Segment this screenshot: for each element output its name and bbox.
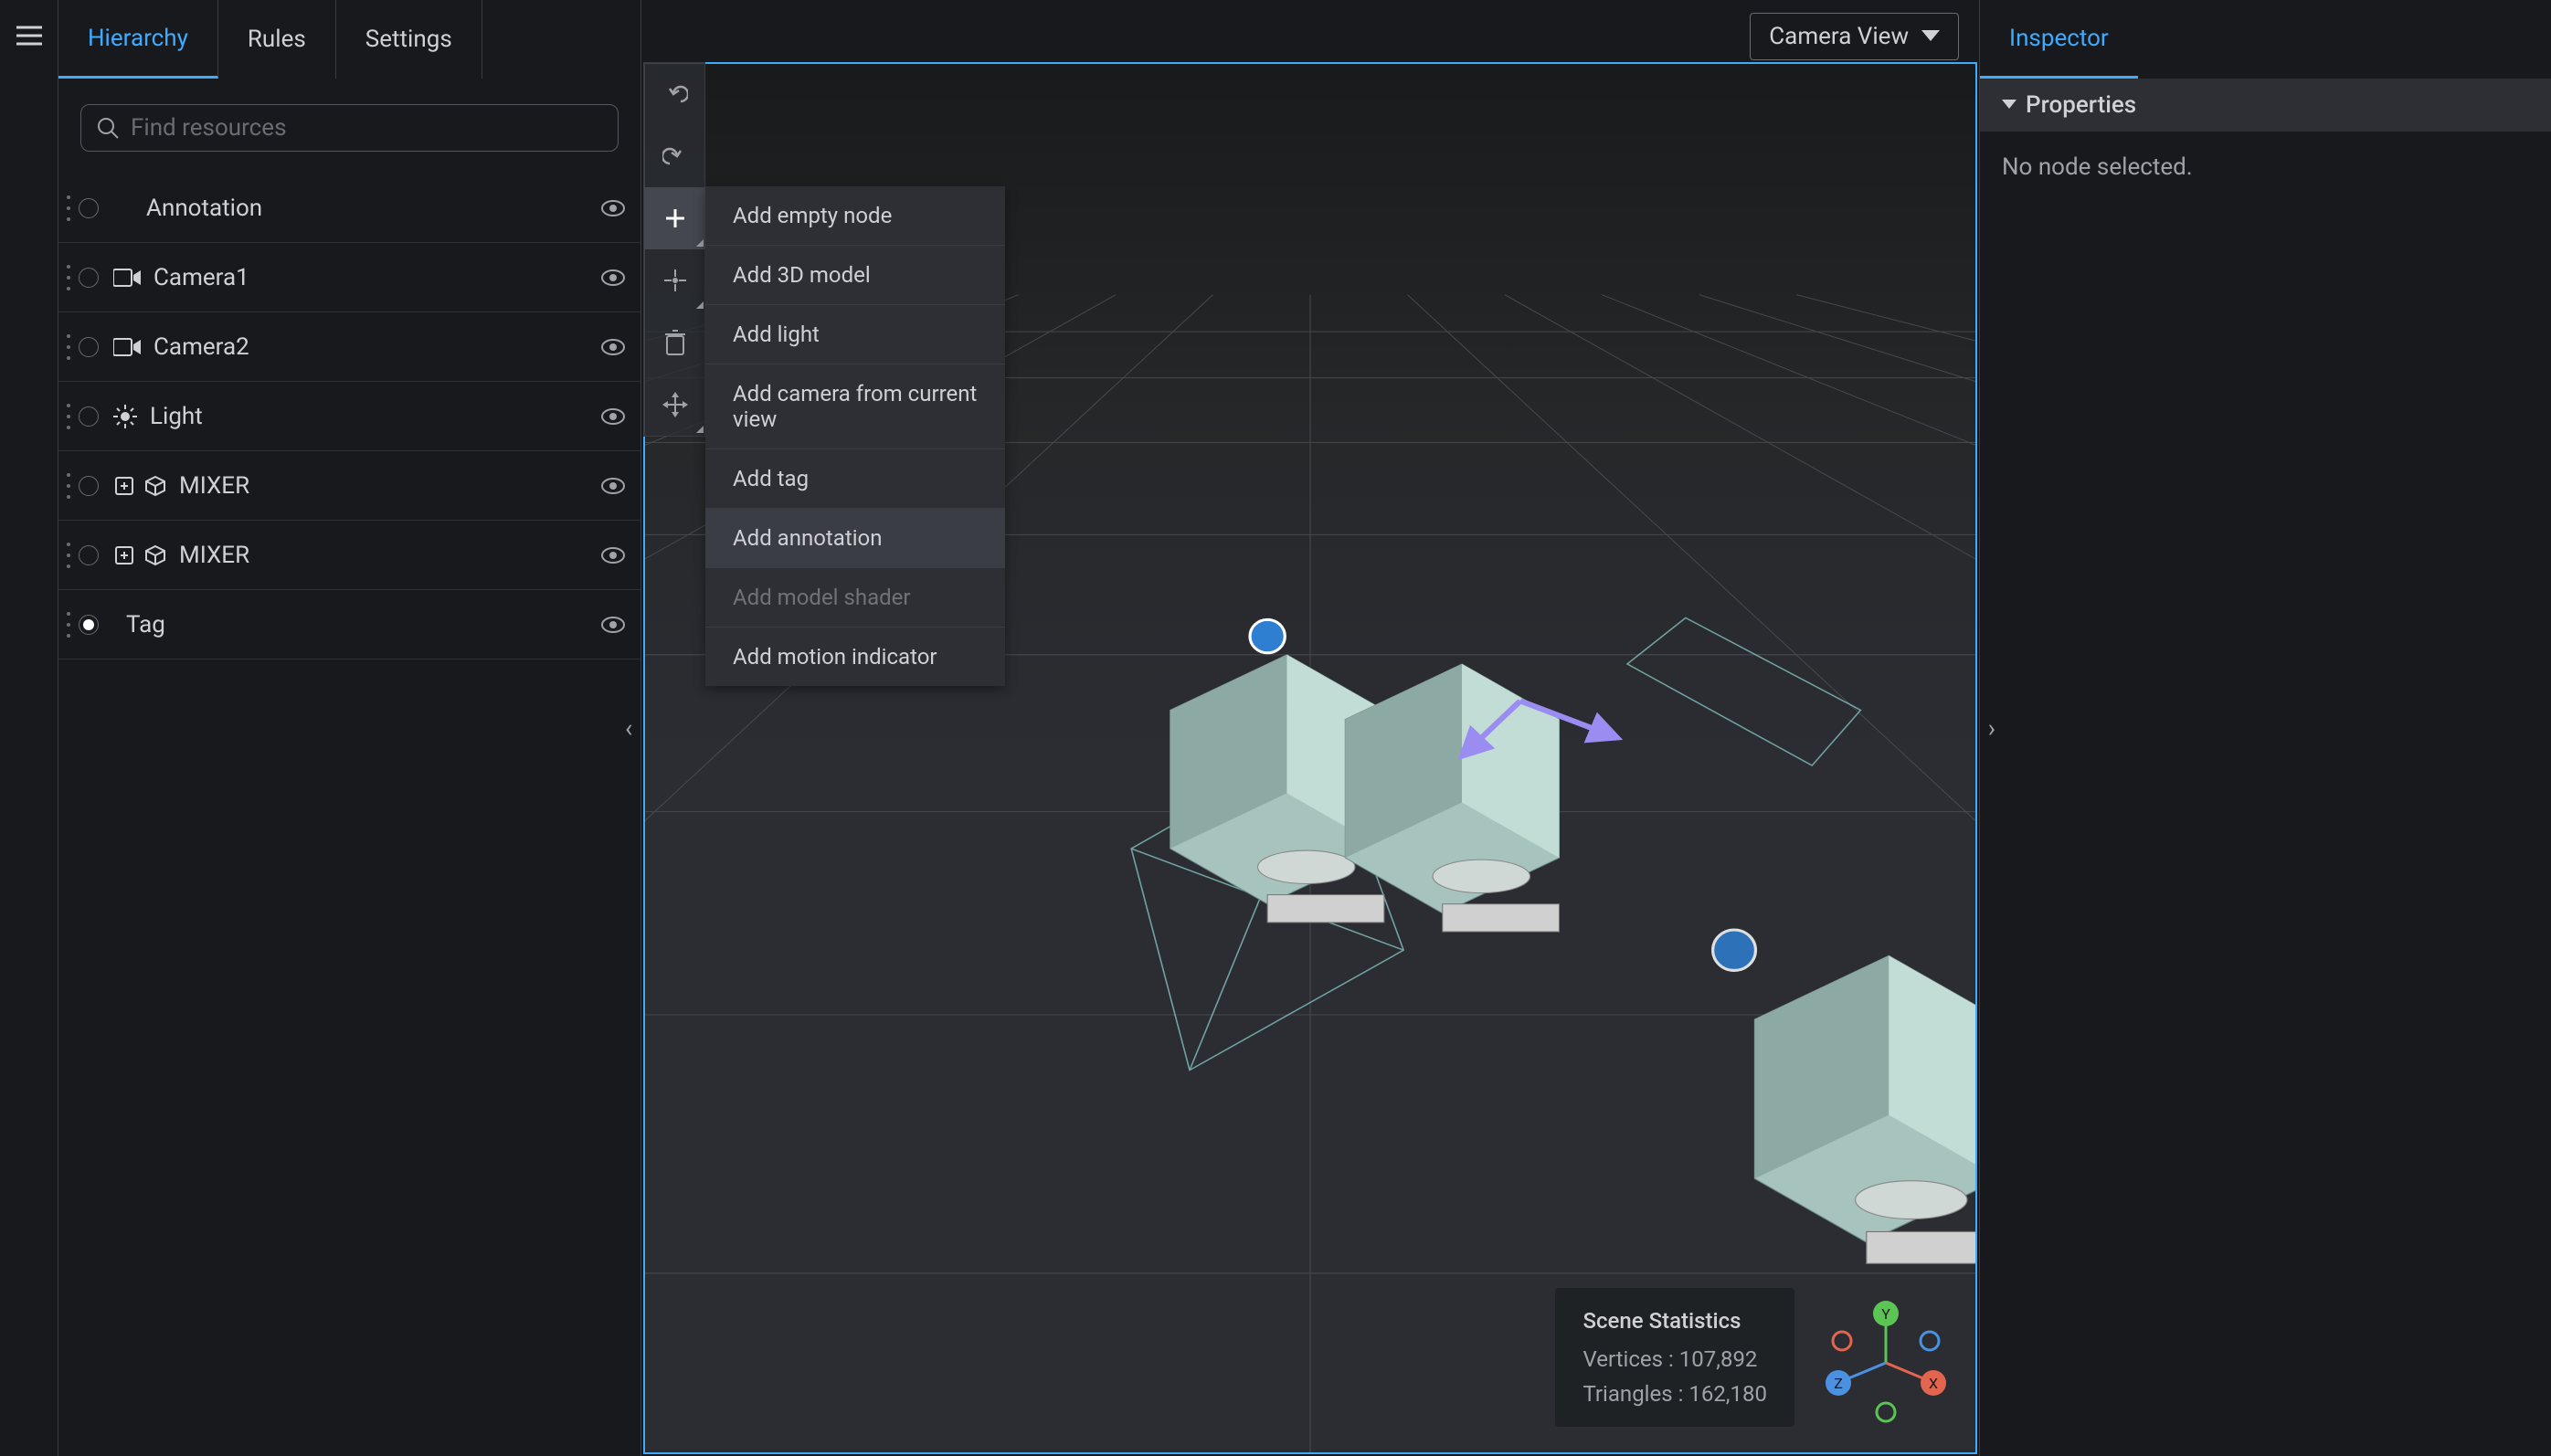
select-radio[interactable] bbox=[79, 545, 99, 565]
light-icon bbox=[113, 405, 137, 428]
cube-icon bbox=[144, 544, 166, 566]
visibility-icon[interactable] bbox=[600, 269, 626, 287]
visibility-icon[interactable] bbox=[600, 199, 626, 217]
triangles-value: 162,180 bbox=[1688, 1381, 1767, 1407]
hamburger-menu-icon[interactable] bbox=[16, 26, 42, 1456]
vertices-label: Vertices : bbox=[1582, 1346, 1678, 1372]
select-radio[interactable] bbox=[79, 476, 99, 496]
select-radio[interactable] bbox=[79, 337, 99, 357]
tree-item-camera2[interactable]: Camera2 bbox=[58, 312, 640, 382]
axis-gizmo[interactable]: Y X Z bbox=[1822, 1299, 1950, 1427]
add-object-button[interactable] bbox=[644, 187, 706, 249]
tree-label: Tag bbox=[126, 611, 600, 638]
tree-item-annotation[interactable]: Annotation bbox=[58, 174, 640, 243]
visibility-icon[interactable] bbox=[600, 477, 626, 495]
properties-header[interactable]: Properties bbox=[1980, 79, 2551, 132]
tree-label: Camera1 bbox=[153, 264, 600, 291]
menu-add-3d-model[interactable]: Add 3D model bbox=[705, 246, 1005, 305]
redo-button[interactable] bbox=[644, 125, 706, 187]
add-object-menu: Add empty node Add 3D model Add light Ad… bbox=[705, 186, 1005, 686]
expand-icon[interactable] bbox=[113, 475, 135, 497]
properties-empty-message: No node selected. bbox=[1980, 132, 2551, 203]
menu-add-tag[interactable]: Add tag bbox=[705, 449, 1005, 509]
drag-handle-icon[interactable] bbox=[66, 194, 71, 223]
drag-handle-icon[interactable] bbox=[66, 332, 71, 362]
chevron-down-icon bbox=[1921, 30, 1940, 43]
properties-label: Properties bbox=[2026, 91, 2136, 119]
chevron-down-icon bbox=[2002, 100, 2016, 111]
cube-icon bbox=[144, 475, 166, 497]
visibility-icon[interactable] bbox=[600, 338, 626, 356]
tree-label: MIXER bbox=[179, 472, 600, 500]
tab-rules[interactable]: Rules bbox=[218, 0, 336, 79]
menu-add-camera[interactable]: Add camera from current view bbox=[705, 364, 1005, 449]
camera-view-label: Camera View bbox=[1769, 23, 1909, 50]
menu-add-empty-node[interactable]: Add empty node bbox=[705, 186, 1005, 246]
tree-item-light[interactable]: Light bbox=[58, 382, 640, 451]
move-3d-button[interactable] bbox=[644, 249, 706, 311]
select-radio[interactable] bbox=[79, 406, 99, 427]
collapse-left-icon[interactable]: ‹ bbox=[621, 706, 636, 751]
camera-icon bbox=[113, 268, 141, 288]
tree-item-mixer-2[interactable]: MIXER bbox=[58, 521, 640, 590]
drag-handle-icon[interactable] bbox=[66, 402, 71, 431]
select-radio[interactable] bbox=[79, 615, 99, 635]
camera-icon bbox=[113, 337, 141, 357]
search-icon bbox=[96, 116, 120, 140]
tree-label: Annotation bbox=[146, 195, 600, 222]
collapse-right-icon[interactable]: › bbox=[1985, 706, 1999, 751]
camera-view-dropdown[interactable]: Camera View bbox=[1750, 13, 1959, 60]
select-radio[interactable] bbox=[79, 268, 99, 288]
menu-add-motion-indicator[interactable]: Add motion indicator bbox=[705, 628, 1005, 686]
visibility-icon[interactable] bbox=[600, 407, 626, 426]
tree-item-camera1[interactable]: Camera1 bbox=[58, 243, 640, 312]
undo-button[interactable] bbox=[644, 63, 706, 125]
menu-add-annotation[interactable]: Add annotation bbox=[705, 509, 1005, 568]
drag-handle-icon[interactable] bbox=[66, 263, 71, 292]
tree-label: Camera2 bbox=[153, 333, 600, 361]
tree-item-tag[interactable]: Tag bbox=[58, 590, 640, 659]
drag-handle-icon[interactable] bbox=[66, 610, 71, 639]
vertices-value: 107,892 bbox=[1679, 1346, 1758, 1372]
visibility-icon[interactable] bbox=[600, 546, 626, 564]
tree-label: Light bbox=[150, 403, 600, 430]
search-container bbox=[80, 104, 619, 152]
svg-text:X: X bbox=[1929, 1375, 1938, 1392]
svg-text:Z: Z bbox=[1834, 1375, 1843, 1392]
menu-add-light[interactable]: Add light bbox=[705, 305, 1005, 364]
drag-handle-icon[interactable] bbox=[66, 541, 71, 570]
menu-add-model-shader: Add model shader bbox=[705, 568, 1005, 628]
tree-label: MIXER bbox=[179, 542, 600, 569]
svg-text:Y: Y bbox=[1881, 1305, 1890, 1323]
stats-title: Scene Statistics bbox=[1582, 1308, 1767, 1334]
delete-button[interactable] bbox=[644, 311, 706, 374]
drag-handle-icon[interactable] bbox=[66, 471, 71, 501]
search-input[interactable] bbox=[131, 114, 603, 142]
tree-item-mixer-1[interactable]: MIXER bbox=[58, 451, 640, 521]
scene-statistics: Scene Statistics Vertices : 107,892 Tria… bbox=[1555, 1288, 1794, 1427]
tab-settings[interactable]: Settings bbox=[336, 0, 482, 79]
tab-hierarchy[interactable]: Hierarchy bbox=[58, 0, 218, 79]
triangles-label: Triangles : bbox=[1582, 1381, 1688, 1407]
tab-inspector[interactable]: Inspector bbox=[1980, 0, 2138, 79]
expand-icon[interactable] bbox=[113, 544, 135, 566]
visibility-icon[interactable] bbox=[600, 616, 626, 634]
transform-button[interactable] bbox=[644, 374, 706, 436]
select-radio[interactable] bbox=[79, 198, 99, 218]
